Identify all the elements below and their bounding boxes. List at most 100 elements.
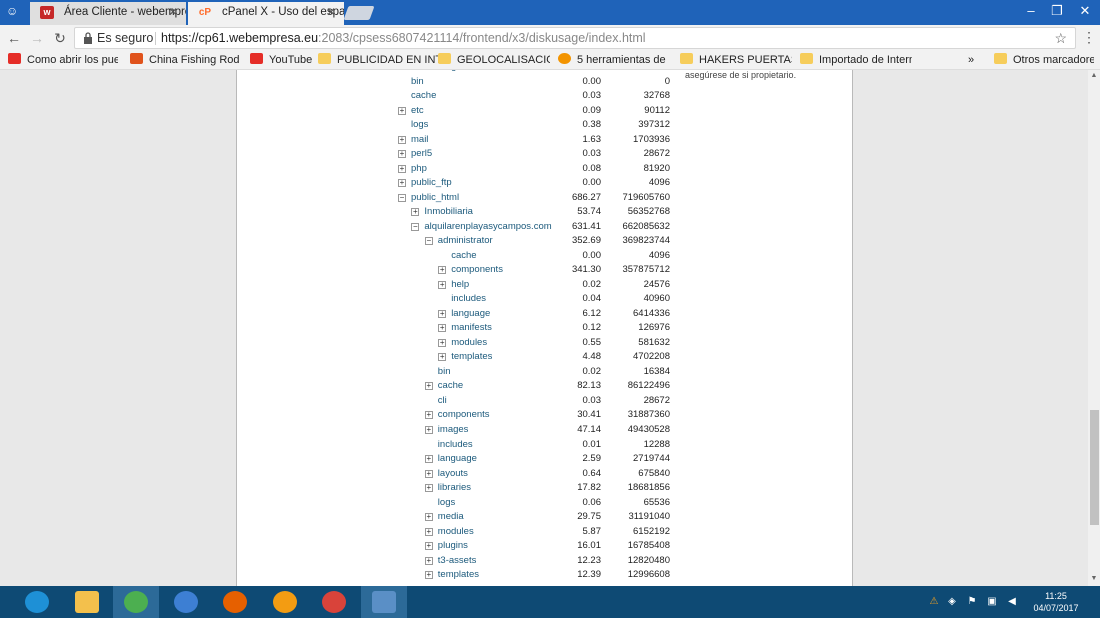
directory-name[interactable]: language [438,452,477,466]
expand-icon[interactable]: + [438,280,447,289]
bookmark-item[interactable]: Otros marcadores [994,53,1094,68]
restore-icon[interactable]: ❐ [1044,2,1070,20]
scroll-thumb[interactable] [1090,410,1099,525]
bookmark-item[interactable]: YouTube [250,53,314,68]
directory-name[interactable]: cli [438,394,447,408]
more-bookmarks-button[interactable]: » [968,53,982,68]
directory-name[interactable]: bin [411,75,424,89]
directory-name[interactable]: alquilarenplayasycampos.com [424,220,551,234]
expand-icon[interactable]: + [424,571,433,580]
taskbar-app[interactable] [311,586,357,618]
expand-icon[interactable]: + [438,266,447,275]
url-text[interactable]: https://cp61.webempresa.eu:2083/cpsess68… [161,28,646,48]
directory-name[interactable]: logs [411,118,428,132]
expand-icon[interactable]: + [398,150,406,159]
collapse-icon[interactable]: − [424,237,433,246]
expand-icon[interactable]: + [424,556,433,565]
directory-name[interactable]: modules [438,525,474,539]
directory-name[interactable]: administrator [438,234,493,248]
collapse-icon[interactable]: − [398,193,406,202]
volume-icon[interactable]: ◀ [1006,596,1018,608]
expand-icon[interactable]: + [424,484,433,493]
taskbar-app[interactable] [113,586,159,618]
directory-name[interactable]: includes [438,438,473,452]
expand-icon[interactable]: + [424,527,433,536]
directory-name[interactable]: components [438,408,490,422]
flag-icon[interactable]: ⚑ [966,596,978,608]
expand-icon[interactable]: + [424,411,433,420]
scroll-up-icon[interactable]: ▲ [1090,72,1098,79]
directory-name[interactable]: bin [438,365,451,379]
tab-cpanel[interactable]: cP cPanel X - Uso del espac ✕ [188,2,344,25]
expand-icon[interactable]: + [438,353,447,362]
directory-name[interactable]: perl5 [411,147,432,161]
expand-icon[interactable]: + [424,542,433,551]
taskbar-app[interactable] [163,586,209,618]
collapse-icon[interactable]: − [411,222,420,231]
minimize-icon[interactable]: – [1018,2,1044,20]
directory-name[interactable]: logs [438,496,455,510]
bookmark-item[interactable]: Como abrir los puert [8,53,118,68]
directory-name[interactable]: php [411,162,427,176]
expand-icon[interactable]: + [424,455,433,464]
directory-name[interactable]: images [438,423,469,437]
directory-name[interactable]: modules [451,336,487,350]
bookmark-item[interactable]: 5 herramientas de G [558,53,668,68]
back-icon[interactable]: ← [5,29,23,47]
bookmark-item[interactable]: HAKERS PUERTAS TR [680,53,792,68]
expand-icon[interactable]: + [424,469,433,478]
directory-name[interactable]: templates [451,350,492,364]
directory-name[interactable]: layouts [438,467,468,481]
taskbar-app[interactable] [212,586,258,618]
tab-area-cliente[interactable]: w Área Cliente - webempre ✕ [30,2,186,25]
directory-name[interactable]: t3-assets [438,554,477,568]
page-scrollbar[interactable]: ▲ ▼ [1088,70,1100,586]
bookmark-item[interactable]: PUBLICIDAD EN INTE [318,53,440,68]
taskbar-app[interactable] [262,586,308,618]
taskbar-app[interactable] [360,586,407,618]
directory-name[interactable]: cache [438,379,463,393]
close-icon[interactable]: ✕ [168,2,178,22]
network-status-icon[interactable]: ◈ [946,596,958,608]
directory-name[interactable]: libraries [438,481,471,495]
directory-name[interactable]: etc [411,104,424,118]
warning-icon[interactable]: ⚠ [928,596,940,608]
directory-name[interactable]: public_html [411,191,459,205]
close-window-icon[interactable]: ✕ [1070,2,1100,20]
bookmark-item[interactable]: China Fishing Rod, Fi [130,53,240,68]
scroll-down-icon[interactable]: ▼ [1090,575,1098,582]
directory-name[interactable]: templates [438,568,479,582]
expand-icon[interactable]: + [438,309,447,318]
expand-icon[interactable]: + [398,164,406,173]
directory-name[interactable]: media [438,510,464,524]
profile-icon[interactable]: ☺ [6,4,22,18]
expand-icon[interactable]: + [438,338,447,347]
expand-icon[interactable]: + [398,106,406,115]
bookmark-star-icon[interactable]: ☆ [1054,28,1067,48]
directory-name[interactable]: help [451,278,469,292]
system-clock[interactable]: 11:25 04/07/2017 [1031,590,1081,614]
taskbar-app[interactable] [64,586,110,618]
expand-icon[interactable]: + [438,324,447,333]
bookmark-item[interactable]: Importado de Intern [800,53,912,68]
address-bar[interactable]: Es seguro https://cp61.webempresa.eu:208… [74,27,1076,49]
new-tab-button[interactable] [343,6,375,20]
directory-name[interactable]: access-logs [411,70,461,74]
expand-icon[interactable]: + [398,179,406,188]
directory-name[interactable]: cache [411,89,436,103]
directory-name[interactable]: mail [411,133,428,147]
directory-name[interactable]: cache [451,249,476,263]
expand-icon[interactable]: + [411,208,420,217]
directory-name[interactable]: public_ftp [411,176,452,190]
menu-dots-icon[interactable]: ⋮ [1082,29,1096,47]
taskbar-app[interactable] [14,586,60,618]
network-icon[interactable]: ▣ [986,596,998,608]
close-icon[interactable]: ✕ [326,2,336,22]
directory-name[interactable]: components [451,263,503,277]
forward-icon[interactable]: → [28,29,46,47]
reload-icon[interactable]: ↻ [51,29,69,47]
directory-name[interactable]: Inmobiliaria [424,205,473,219]
expand-icon[interactable]: + [424,513,433,522]
bookmark-item[interactable]: GEOLOCALISACION [438,53,550,68]
expand-icon[interactable]: + [424,382,433,391]
